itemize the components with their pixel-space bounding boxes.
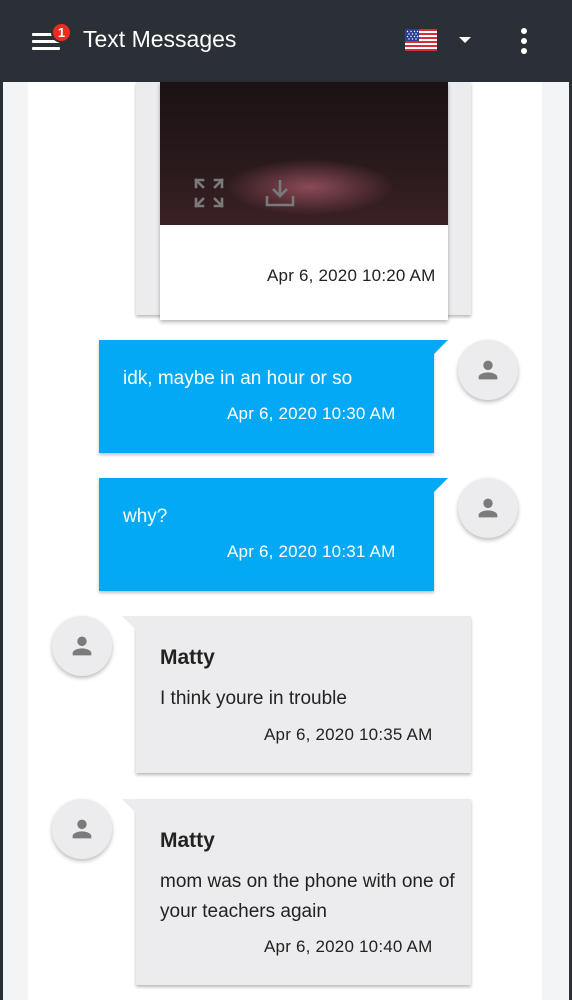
person-icon bbox=[72, 636, 92, 656]
incoming-message: Matty I think youre in trouble Apr 6, 20… bbox=[122, 616, 471, 773]
incoming-message: Matty mom was on the phone with one of y… bbox=[122, 799, 471, 985]
message-text: why? bbox=[123, 506, 168, 527]
message-timestamp: Apr 6, 2020 10:31 AM bbox=[227, 542, 396, 561]
menu-button[interactable]: 1 bbox=[27, 22, 72, 62]
sender-name: Matty bbox=[160, 646, 215, 669]
message-list[interactable]: Apr 6, 2020 10:20 AM idk, maybe in an ho… bbox=[28, 82, 542, 1000]
message-timestamp: Apr 6, 2020 10:35 AM bbox=[264, 725, 433, 744]
dropdown-arrow-icon[interactable] bbox=[459, 37, 471, 43]
avatar[interactable] bbox=[458, 340, 518, 400]
us-flag-icon[interactable] bbox=[405, 29, 437, 51]
outgoing-message: why? Apr 6, 2020 10:31 AM bbox=[99, 478, 448, 591]
media-timestamp: Apr 6, 2020 10:20 AM bbox=[267, 266, 436, 285]
person-icon bbox=[72, 819, 92, 839]
message-text: mom was on the phone with one of your te… bbox=[160, 871, 455, 922]
message-text: I think youre in trouble bbox=[160, 688, 347, 709]
sender-name: Matty bbox=[160, 829, 215, 852]
avatar[interactable] bbox=[52, 799, 112, 859]
message-timestamp: Apr 6, 2020 10:30 AM bbox=[227, 404, 396, 423]
message-timestamp: Apr 6, 2020 10:40 AM bbox=[264, 937, 433, 956]
fullscreen-icon[interactable] bbox=[192, 176, 226, 210]
avatar[interactable] bbox=[52, 616, 112, 676]
outgoing-message: idk, maybe in an hour or so Apr 6, 2020 … bbox=[99, 340, 448, 453]
download-icon[interactable] bbox=[263, 176, 297, 210]
more-vert-icon[interactable] bbox=[515, 27, 535, 57]
message-text: idk, maybe in an hour or so bbox=[123, 368, 353, 389]
page-title: Text Messages bbox=[83, 26, 237, 52]
avatar[interactable] bbox=[458, 478, 518, 538]
person-icon bbox=[478, 360, 498, 380]
app-bar: 1 Text Messages bbox=[3, 0, 569, 82]
app-frame: 1 Text Messages Apr 6, 2020 10:20 AM idk… bbox=[3, 0, 569, 1000]
person-icon bbox=[478, 498, 498, 518]
notification-badge: 1 bbox=[51, 22, 72, 43]
